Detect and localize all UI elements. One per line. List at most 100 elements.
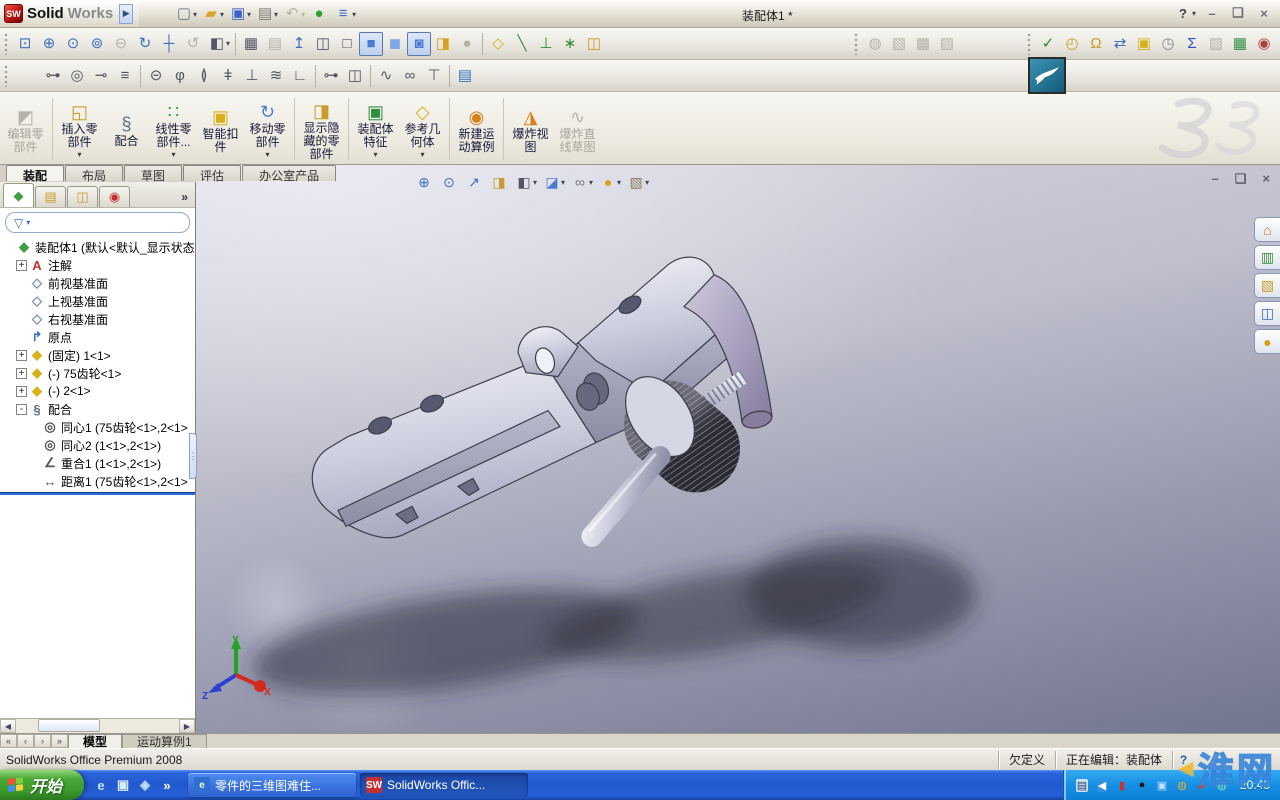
tree-expander[interactable] bbox=[16, 314, 27, 325]
doc-nav-button[interactable]: ‹ bbox=[17, 734, 34, 748]
file-explorer-tab[interactable]: ▧ bbox=[1254, 273, 1280, 298]
exploded-view-button[interactable]: ◮ 爆炸视图 bbox=[507, 104, 554, 154]
tree-expander[interactable]: + bbox=[16, 367, 27, 379]
tree-annotations[interactable]: + A 注解 bbox=[0, 256, 195, 274]
hidden-lines-visible-button[interactable]: ▤ bbox=[263, 32, 287, 56]
tray-qq-icon[interactable]: ● bbox=[1134, 777, 1150, 793]
dropdown-arrow-icon[interactable]: ▾ bbox=[247, 10, 251, 19]
tree-top-plane[interactable]: ◇ 上视基准面 bbox=[0, 292, 195, 310]
dropdown-arrow-icon[interactable]: ▾ bbox=[193, 10, 197, 19]
rotate-about-scene-floor-button[interactable]: ↺ bbox=[181, 32, 205, 56]
tree-component-2[interactable]: + ◆ (-) 2<1> bbox=[0, 382, 195, 400]
panel-tabs-overflow[interactable]: » bbox=[181, 190, 195, 207]
view-palette-tab[interactable]: ◫ bbox=[1254, 301, 1280, 326]
quick-messenger-icon[interactable]: ◈ bbox=[136, 776, 154, 794]
reference-point-button[interactable]: ∗ bbox=[558, 32, 582, 56]
dropdown-arrow-icon[interactable]: ▾ bbox=[171, 150, 175, 159]
minimize-button[interactable]: – bbox=[1202, 4, 1222, 22]
tree-expander[interactable]: + bbox=[16, 349, 27, 361]
tree-mate-concentric-2[interactable]: ◎ 同心2 (1<1>,2<1>) bbox=[0, 436, 195, 454]
model-3d-view[interactable] bbox=[196, 165, 1280, 733]
zoom-in-out-button[interactable]: ⊙ bbox=[61, 32, 85, 56]
slotted-hole-button[interactable]: ⊝ bbox=[144, 64, 168, 88]
quick-ie-icon[interactable]: e bbox=[92, 776, 110, 794]
hud-hide-show-items-button[interactable]: ∞ ▾ bbox=[568, 170, 595, 194]
clamp-model[interactable] bbox=[311, 256, 773, 547]
smart-fasteners-button[interactable]: ▣ 智能扣件 bbox=[197, 104, 244, 154]
toolbar-grip[interactable] bbox=[4, 32, 11, 55]
insert-component-button[interactable]: ◱ 插入零部件 ▾ bbox=[56, 99, 103, 159]
scroll-thumb[interactable] bbox=[38, 719, 100, 732]
tree-origin[interactable]: ↱ 原点 bbox=[0, 328, 195, 346]
tray-keyboard-icon[interactable]: ▤ bbox=[1074, 777, 1090, 793]
shadows-in-shaded-mode-button[interactable]: ◙ bbox=[407, 31, 432, 56]
tab-assembly[interactable]: 装配 bbox=[6, 165, 65, 183]
reference-plane-button[interactable]: ◇ bbox=[486, 32, 510, 56]
toolbar-grip[interactable] bbox=[854, 32, 861, 55]
spring-button[interactable]: ≋ bbox=[264, 64, 288, 88]
dropdown-arrow-icon[interactable]: ▾ bbox=[220, 10, 224, 19]
tree-expander[interactable] bbox=[3, 242, 14, 253]
hud-apply-scene-button[interactable]: ▧ ▾ bbox=[624, 170, 651, 194]
featuremanager-tab[interactable]: ◆ bbox=[3, 183, 34, 207]
panel-splitter-handle[interactable]: ⋮ bbox=[189, 433, 198, 479]
tree-filter-bar[interactable]: ▽ ▾ bbox=[5, 212, 190, 233]
show-hidden-components-button[interactable]: ◨ 显示隐藏的零部件 bbox=[298, 98, 345, 161]
close-button[interactable]: × bbox=[1254, 4, 1274, 22]
compare-documents-button[interactable]: ▨ bbox=[1204, 32, 1228, 56]
open-document-button[interactable]: ▰ ▾ bbox=[199, 2, 226, 26]
tree-expander[interactable] bbox=[29, 458, 40, 469]
doc-minimize-button[interactable]: – bbox=[1212, 171, 1219, 187]
dropdown-arrow-icon[interactable]: ▾ bbox=[352, 10, 356, 19]
design-checker-button[interactable]: ▣ bbox=[1132, 32, 1156, 56]
dropdown-arrow-icon[interactable]: ▾ bbox=[420, 150, 424, 159]
dropdown-arrow-icon[interactable]: ▾ bbox=[265, 150, 269, 159]
wireframe-button[interactable]: ▦ bbox=[239, 32, 263, 56]
doc-nav-button[interactable]: « bbox=[0, 734, 17, 748]
mate-reference-button[interactable]: ◫ bbox=[582, 32, 606, 56]
assembly-features-button[interactable]: ▣ 装配体特征 ▾ bbox=[352, 99, 399, 159]
hex-nut-button[interactable]: ◎ bbox=[65, 64, 89, 88]
task-solidworks[interactable]: SW SolidWorks Offic... bbox=[360, 773, 529, 797]
tray-network-icon[interactable]: ▣ bbox=[1154, 777, 1170, 793]
weld-stud-button[interactable]: ⊤ bbox=[422, 64, 446, 88]
restore-button[interactable]: ❏ bbox=[1228, 4, 1248, 22]
move-component-button[interactable]: ↻ 移动零部件 ▾ bbox=[244, 99, 291, 159]
dropdown-arrow-icon[interactable]: ▾ bbox=[226, 39, 230, 48]
new-document-button[interactable]: ▢ ▾ bbox=[172, 2, 199, 26]
assembly-transparency-button[interactable]: ◍ bbox=[863, 32, 887, 56]
tree-component-75-gear[interactable]: + ◆ (-) 75齿轮<1> bbox=[0, 364, 195, 382]
tray-av-icon[interactable]: ▮ bbox=[1114, 777, 1130, 793]
doc-nav-button[interactable]: › bbox=[34, 734, 51, 748]
new-motion-study-button[interactable]: ◉ 新建运动算例 bbox=[453, 104, 500, 154]
propertymanager-tab[interactable]: ▤ bbox=[35, 186, 66, 207]
undo-button[interactable]: ↶ ▾ bbox=[280, 2, 307, 26]
zoom-to-selection-button[interactable]: ⊚ bbox=[85, 32, 109, 56]
pan-button[interactable]: ┼ bbox=[157, 32, 181, 56]
rivet-button[interactable]: ⊥ bbox=[240, 64, 264, 88]
rotate-view-button[interactable]: ↻ bbox=[133, 32, 157, 56]
tab-sketch[interactable]: 草图 bbox=[124, 165, 183, 183]
shaded-with-edges-button[interactable]: ■ bbox=[359, 31, 384, 56]
task-scheduler-button[interactable]: ◷ bbox=[1156, 32, 1180, 56]
scroll-left-button[interactable]: ◀ bbox=[0, 719, 16, 733]
dowel-pin-button[interactable]: ≬ bbox=[192, 64, 216, 88]
chain-link-button[interactable]: ∞ bbox=[398, 64, 422, 88]
quick-show-desktop-icon[interactable]: ▣ bbox=[114, 776, 132, 794]
dropdown-arrow-icon[interactable]: ▾ bbox=[617, 178, 621, 187]
start-button[interactable]: 开始 bbox=[0, 770, 85, 800]
design-table-button[interactable]: ▦ bbox=[1228, 32, 1252, 56]
tree-expander[interactable]: + bbox=[16, 385, 27, 397]
bearing-button[interactable]: ◫ bbox=[343, 64, 367, 88]
hidden-lines-removed-button[interactable]: ◫ bbox=[311, 32, 335, 56]
no-shade-cube-button[interactable]: □ bbox=[335, 32, 359, 56]
cam-button[interactable]: ⊶ bbox=[319, 64, 343, 88]
dropdown-arrow-icon[interactable]: ▾ bbox=[533, 178, 537, 187]
tab-evaluate[interactable]: 评估 bbox=[183, 165, 242, 183]
tree-expander[interactable] bbox=[29, 476, 40, 487]
rollback-bar[interactable] bbox=[0, 492, 195, 495]
measure-button[interactable]: ◴ bbox=[1060, 32, 1084, 56]
coil-spring-button[interactable]: ∿ bbox=[374, 64, 398, 88]
reference-geometry-button[interactable]: ◇ 参考几何体 ▾ bbox=[399, 99, 446, 159]
tree-expander[interactable]: - bbox=[16, 403, 27, 415]
